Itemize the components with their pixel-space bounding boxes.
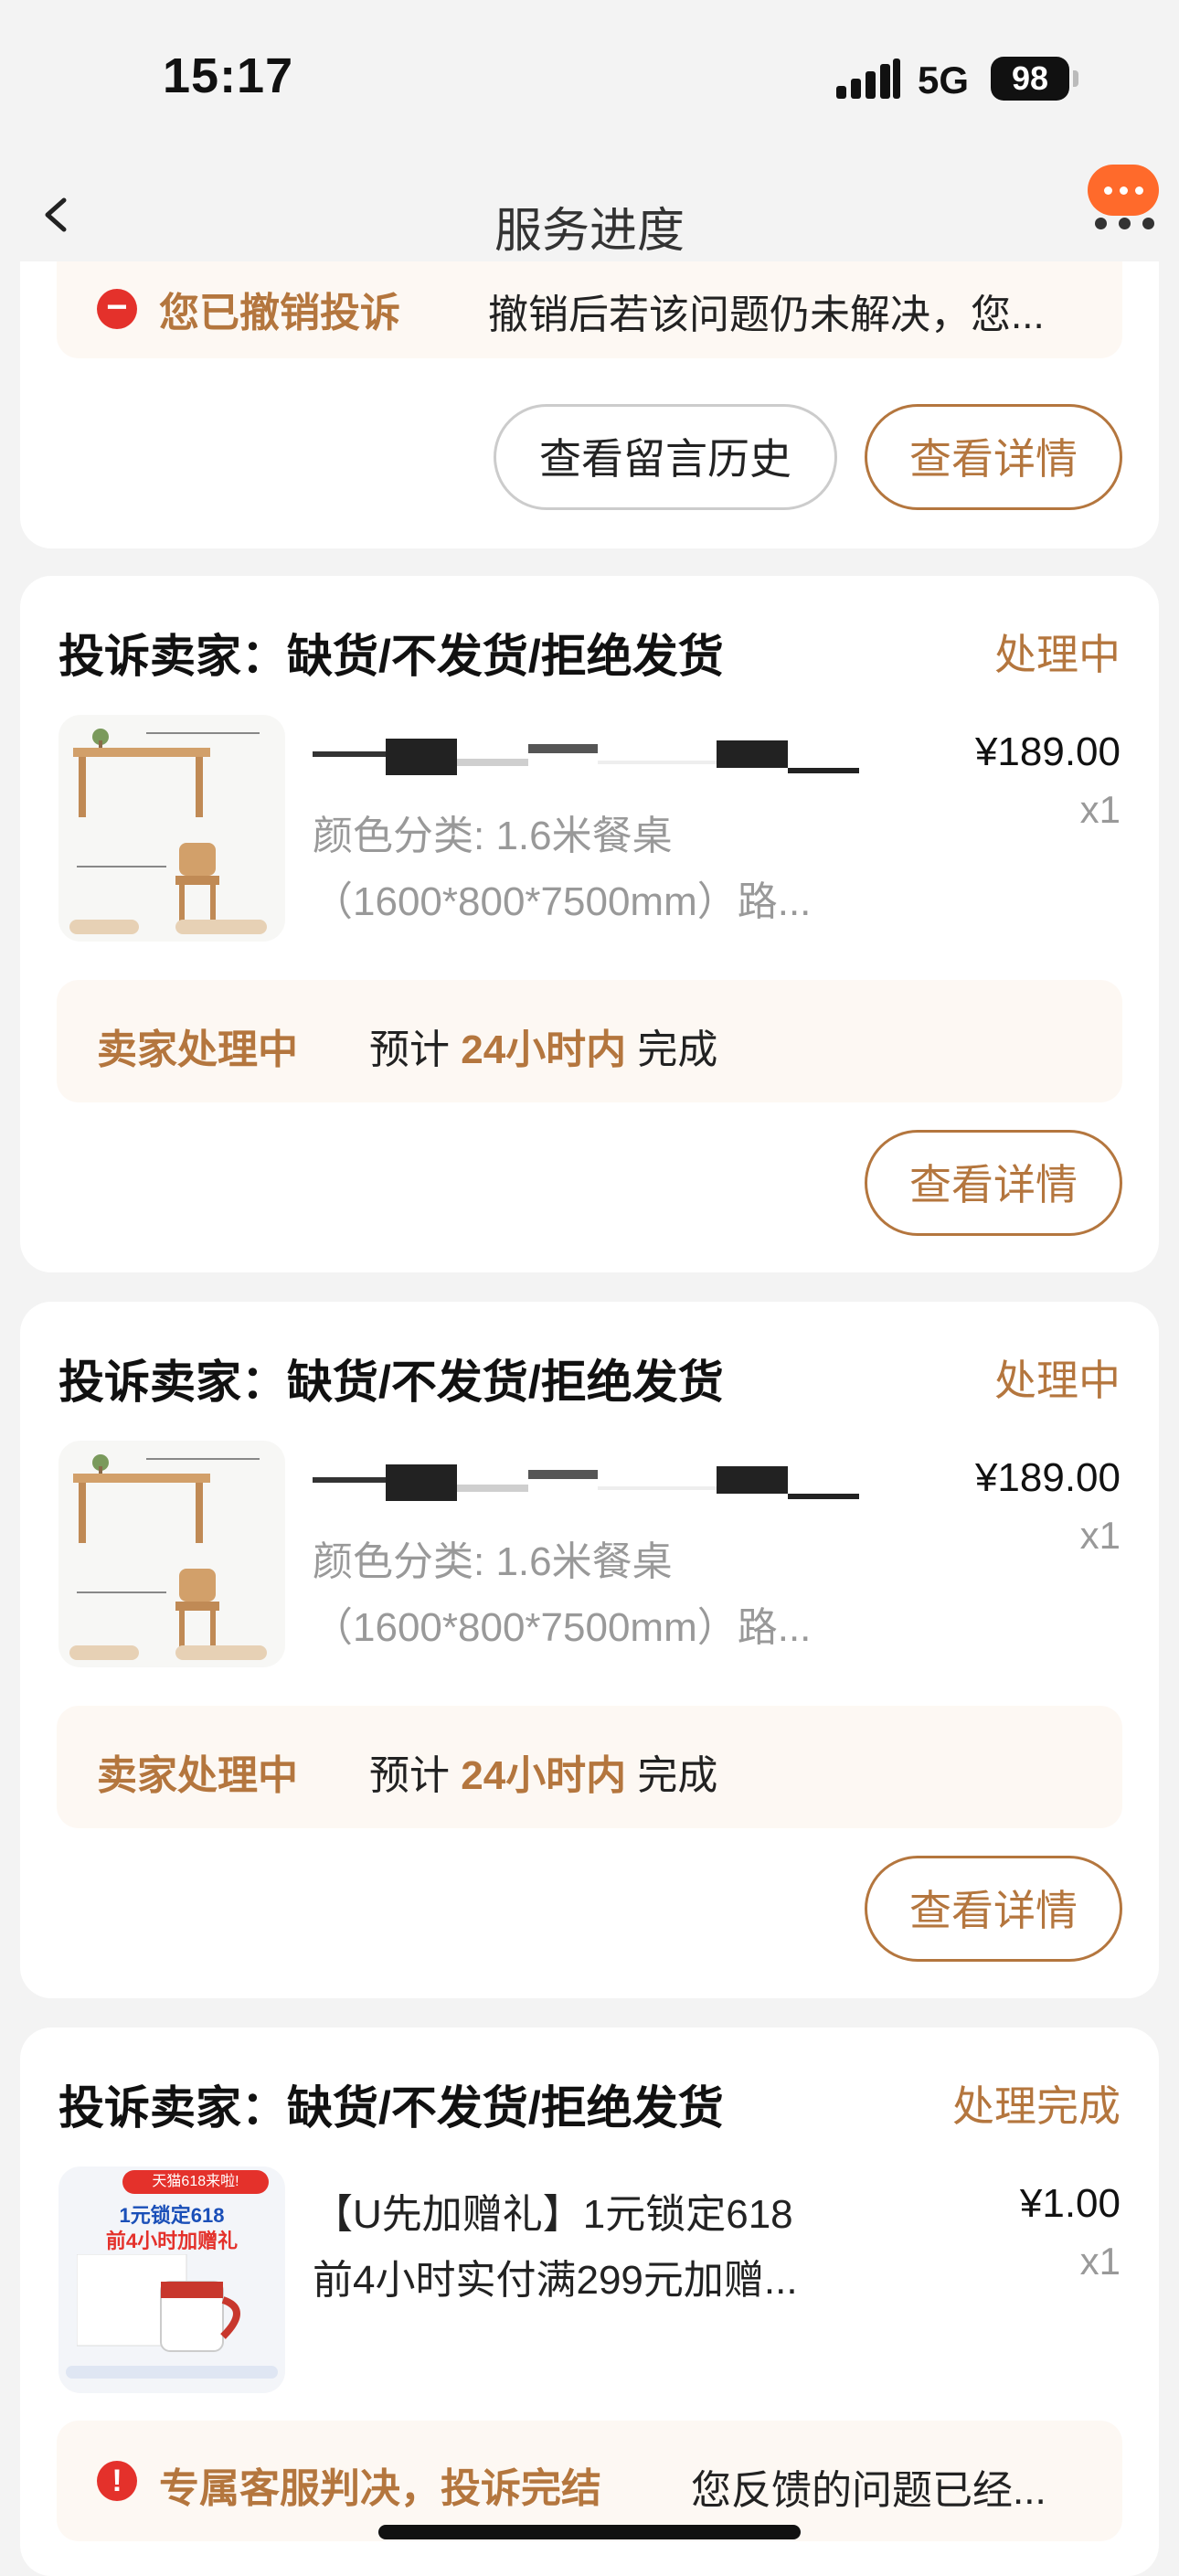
product-quantity: x1: [1079, 2240, 1121, 2283]
network-type: 5G: [918, 59, 970, 101]
eta-highlight: 24小时内: [461, 1027, 627, 1072]
thumb-badge: 天猫618来啦!: [122, 2170, 269, 2194]
eta-suffix: 完成: [637, 1753, 718, 1798]
revoke-notice: − 您已撤销投诉 撤销后若该问题仍未解决，您...: [57, 261, 1122, 358]
notice-text: 撤销后若该问题仍未解决，您...: [488, 293, 1045, 337]
more-options-icon[interactable]: [1088, 165, 1159, 216]
product-spec: 颜色分类: 1.6米餐桌: [313, 1539, 673, 1584]
thumb-footer: [66, 2366, 278, 2379]
status-bar: 15:17 5G 98: [0, 0, 1179, 146]
product-quantity: x1: [1079, 788, 1121, 831]
product-price: ¥189.00: [974, 729, 1121, 774]
eta-prefix: 预计: [369, 1753, 450, 1798]
complaint-card-completed[interactable]: 投诉卖家：缺货/不发货/拒绝发货 处理完成 天猫618来啦! 1元锁定618 前…: [20, 2028, 1159, 2576]
product-title-redacted: [313, 739, 898, 775]
resolution-notice: ! 专属客服判决，投诉完结 您反馈的问题已经...: [57, 2421, 1122, 2541]
complaint-title: 投诉卖家：缺货/不发货/拒绝发货: [58, 631, 724, 682]
status-time: 15:17: [163, 48, 294, 103]
complaint-title: 投诉卖家：缺货/不发货/拒绝发货: [58, 1357, 724, 1408]
product-spec: 颜色分类: 1.6米餐桌: [313, 814, 673, 858]
view-detail-button[interactable]: 查看详情: [865, 404, 1122, 510]
battery-icon: 98: [991, 57, 1069, 101]
progress-state: 卖家处理中: [97, 1753, 298, 1798]
eta-prefix: 预计: [369, 1027, 450, 1072]
progress-eta: 预计 24小时内 完成: [369, 1017, 717, 1075]
view-message-history-button[interactable]: 查看留言历史: [494, 404, 837, 510]
page-title: 服务进度: [494, 205, 685, 258]
product-quantity: x1: [1079, 1514, 1121, 1557]
product-thumbnail: [58, 1441, 285, 1667]
battery-tip: [1073, 70, 1078, 87]
progress-panel: 卖家处理中 预计 24小时内 完成: [57, 980, 1122, 1102]
complaint-card[interactable]: 投诉卖家：缺货/不发货/拒绝发货 处理中 颜色分类: 1.6米餐桌 （1600*…: [20, 576, 1159, 1272]
view-detail-button[interactable]: 查看详情: [865, 1130, 1122, 1236]
complaint-card[interactable]: 投诉卖家：缺货/不发货/拒绝发货 处理中 颜色分类: 1.6米餐桌 （1600*…: [20, 1302, 1159, 1998]
eta-highlight: 24小时内: [461, 1753, 627, 1798]
product-title-redacted: [313, 1464, 898, 1501]
notice-title: 专属客服判决，投诉完结: [159, 2466, 601, 2511]
status-badge: 处理完成: [952, 2082, 1121, 2130]
status-badge: 处理中: [994, 1357, 1121, 1404]
progress-eta: 预计 24小时内 完成: [369, 1742, 717, 1801]
promo-thumbnail: 天猫618来啦! 1元锁定618 前4小时加赠礼: [58, 2166, 285, 2393]
eta-suffix: 完成: [637, 1027, 718, 1072]
product-spec-2: （1600*800*7500mm）路...: [313, 879, 812, 924]
minus-circle-icon: −: [97, 289, 137, 329]
status-badge: 处理中: [994, 631, 1121, 678]
progress-panel: 卖家处理中 预计 24小时内 完成: [57, 1706, 1122, 1828]
thumb-line2: 前4小时加赠礼: [105, 2230, 239, 2252]
product-price: ¥189.00: [974, 1455, 1121, 1500]
product-title: 【U先加赠礼】1元锁定618: [313, 2192, 793, 2237]
complaint-card-revoked: − 您已撤销投诉 撤销后若该问题仍未解决，您... 查看留言历史 查看详情: [20, 261, 1159, 548]
home-indicator[interactable]: [378, 2525, 801, 2539]
more-dots-icon[interactable]: [1093, 218, 1157, 236]
complaint-title: 投诉卖家：缺货/不发货/拒绝发货: [58, 2082, 724, 2134]
product-spec-2: （1600*800*7500mm）路...: [313, 1605, 812, 1650]
view-detail-button[interactable]: 查看详情: [865, 1856, 1122, 1962]
progress-state: 卖家处理中: [97, 1027, 298, 1072]
notice-text: 您反馈的问题已经...: [691, 2468, 1046, 2513]
product-thumbnail: [58, 715, 285, 942]
product-price: ¥1.00: [1019, 2181, 1121, 2226]
exclamation-circle-icon: !: [97, 2461, 137, 2501]
signal-icon: [836, 59, 900, 99]
product-title-2: 前4小时实付满299元加赠...: [313, 2258, 798, 2303]
mug-image: [77, 2254, 240, 2352]
notice-title: 您已撤销投诉: [159, 291, 400, 335]
